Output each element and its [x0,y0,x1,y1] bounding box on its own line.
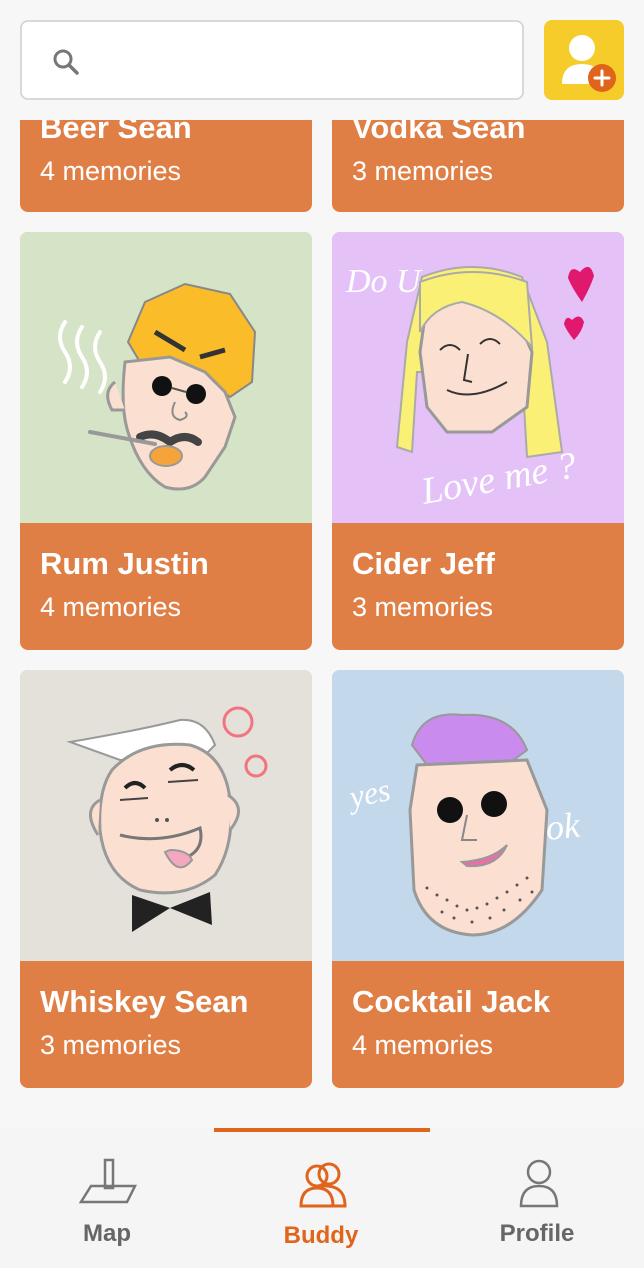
buddy-memories: 4 memories [40,156,182,186]
map-icon [78,1158,138,1204]
buddy-memories: 3 memories [40,1030,182,1060]
doodle-text: ok [544,805,583,848]
add-user-icon [562,35,616,92]
doodle-text: Do U [345,263,423,300]
tab-label: Profile [499,1220,575,1247]
buddy-name: Rum Justin [40,546,209,581]
buddy-memories: 3 memories [352,156,494,186]
search-bar[interactable] [20,20,524,100]
buddy-memories: 3 memories [352,592,494,622]
buddy-memories: 4 memories [40,592,182,622]
buddy-name: Whiskey Sean [40,984,249,1019]
cider-jeff-avatar: Do U Love me ? [332,232,624,523]
header [0,0,644,120]
tab-profile[interactable]: Profile [430,1128,644,1268]
buddy-grid[interactable]: Beer Sean 4 memories Vodka Sean 3 memori… [0,0,644,1130]
buddy-card-cocktail-jack[interactable]: yes ok Cocktail Jack 4 memories [332,670,624,1088]
cocktail-jack-avatar: yes ok [332,670,624,961]
buddy-memories: 4 memories [352,1030,494,1060]
tab-label: Buddy [283,1222,359,1249]
whiskey-sean-avatar [20,670,312,961]
buddy-card-whiskey-sean[interactable]: Whiskey Sean 3 memories [20,670,312,1088]
profile-icon [519,1159,559,1208]
tab-label: Map [83,1220,131,1247]
buddy-page: Beer Sean 4 memories Vodka Sean 3 memori… [0,0,644,1268]
tab-buddy[interactable]: Buddy [214,1128,428,1268]
search-input[interactable] [102,32,502,88]
add-buddy-button[interactable] [544,20,624,100]
rum-justin-avatar [20,232,312,523]
buddy-name: Cocktail Jack [352,984,551,1019]
search-icon [53,49,79,75]
bottom-nav: Map Buddy Profile [0,1128,644,1268]
tab-map[interactable]: Map [0,1128,214,1268]
buddy-name: Cider Jeff [352,546,495,581]
buddy-icon [299,1162,347,1208]
buddy-card-rum-justin[interactable]: Rum Justin 4 memories [20,232,312,650]
buddy-card-cider-jeff[interactable]: Do U Love me ? Cider Jeff 3 memories [332,232,624,650]
